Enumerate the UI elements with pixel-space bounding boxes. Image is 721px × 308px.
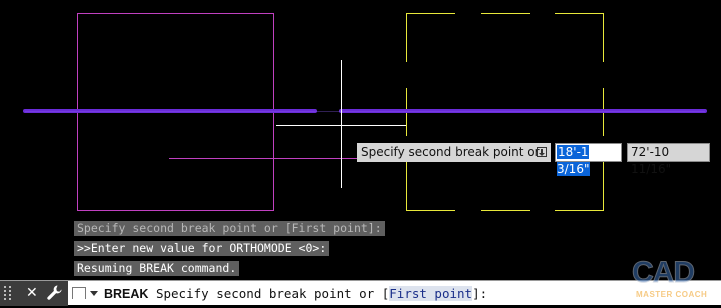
command-name: BREAK [104,287,149,301]
recent-commands-icon[interactable] [72,287,86,299]
command-line-tools: ✕ [18,281,68,306]
command-line[interactable]: ✕ BREAK Specify second break point or [F… [0,280,721,306]
download-arrow-icon[interactable] [537,147,547,157]
command-prompt-suffix: ]: [472,286,488,301]
command-option-first-point[interactable]: First point [389,286,473,301]
dynamic-input-prompt: Specify second break point or [361,145,540,159]
watermark-logo-text: CAD [632,256,696,290]
dynamic-input-field[interactable]: 18'-1 3/16" [555,143,622,176]
watermark-logo: CAD MASTER COACH [632,256,720,302]
command-prompt[interactable]: BREAK Specify second break point or [Fir… [104,281,487,306]
close-icon[interactable]: ✕ [26,283,38,303]
dynamic-input-secondary-value[interactable]: 72'-10 11/16" [627,143,710,176]
chevron-down-icon[interactable] [90,291,98,296]
history-line: Resuming BREAK command. [74,261,240,276]
dynamic-input-tooltip: Specify second break point or [357,143,551,162]
command-line-grip-handle[interactable] [0,281,18,306]
command-prompt-text: Specify second break point or [ [155,286,390,301]
history-line: >>Enter new value for ORTHOMODE <0>: [74,241,330,256]
wrench-icon[interactable] [46,284,62,302]
history-line: Specify second break point or [First poi… [74,221,385,236]
watermark-tagline: MASTER COACH [636,290,708,299]
dynamic-input-value[interactable]: 18'-1 3/16" [557,145,591,176]
